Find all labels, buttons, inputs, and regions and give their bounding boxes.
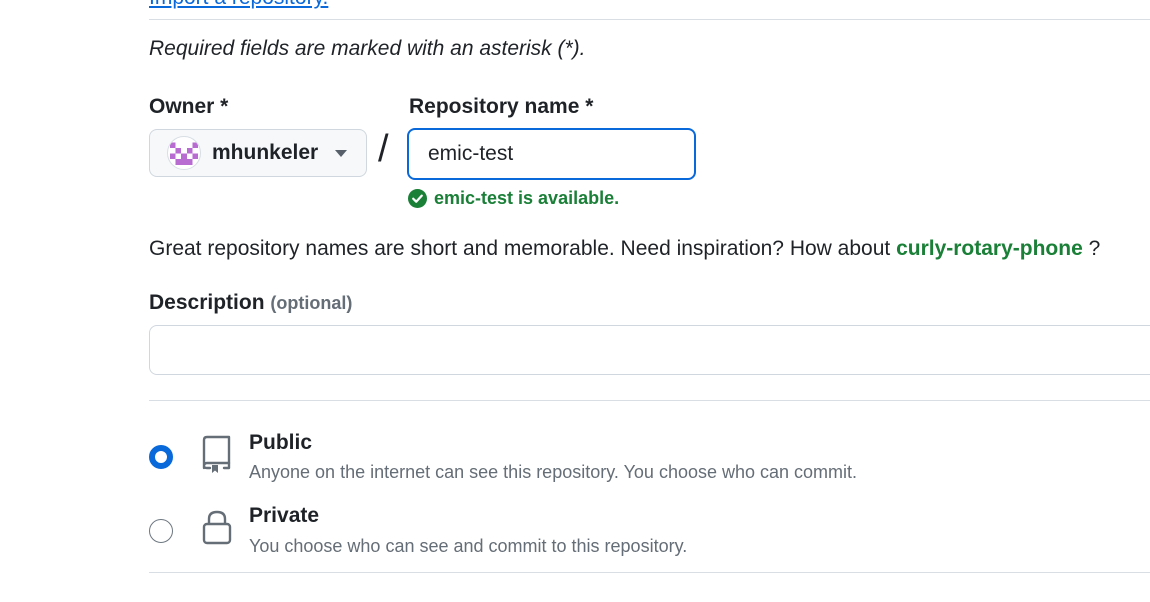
description-label-row: Description (optional) <box>149 291 352 315</box>
chevron-down-icon <box>335 149 348 157</box>
repo-icon <box>200 434 234 479</box>
description-label: Description <box>149 291 265 314</box>
suggestion-suffix: ? <box>1088 237 1101 260</box>
lock-icon <box>200 509 234 550</box>
public-title: Public <box>249 431 313 454</box>
owner-label: Owner * <box>149 95 229 118</box>
suggestion-prefix: Great repository names are short and mem… <box>149 237 891 260</box>
availability-message: emic-test is available. <box>408 188 619 209</box>
owner-repo-separator: / <box>378 128 389 170</box>
description-input[interactable] <box>149 325 1150 375</box>
owner-name: mhunkeler <box>212 141 319 164</box>
availability-text: emic-test is available. <box>434 188 620 208</box>
required-fields-note: Required fields are marked with an aster… <box>149 37 586 60</box>
private-title: Private <box>249 504 320 527</box>
check-circle-icon <box>408 189 427 208</box>
public-description: Anyone on the internet can see this repo… <box>249 462 858 482</box>
private-description: You choose who can see and commit to thi… <box>249 536 688 556</box>
divider <box>149 19 1150 20</box>
import-repository-link[interactable]: Import a repository. <box>149 0 328 10</box>
private-radio[interactable] <box>149 519 173 543</box>
name-suggestion: Great repository names are short and mem… <box>149 237 1100 261</box>
suggested-name-link[interactable]: curly-rotary-phone <box>896 237 1083 260</box>
divider <box>149 400 1150 401</box>
avatar <box>167 136 201 170</box>
divider <box>149 572 1150 573</box>
owner-select-button[interactable]: mhunkeler <box>149 129 367 177</box>
repository-name-label: Repository name * <box>409 95 594 118</box>
optional-hint: (optional) <box>270 293 353 313</box>
repository-name-input[interactable] <box>407 128 696 180</box>
public-radio[interactable] <box>149 445 173 469</box>
